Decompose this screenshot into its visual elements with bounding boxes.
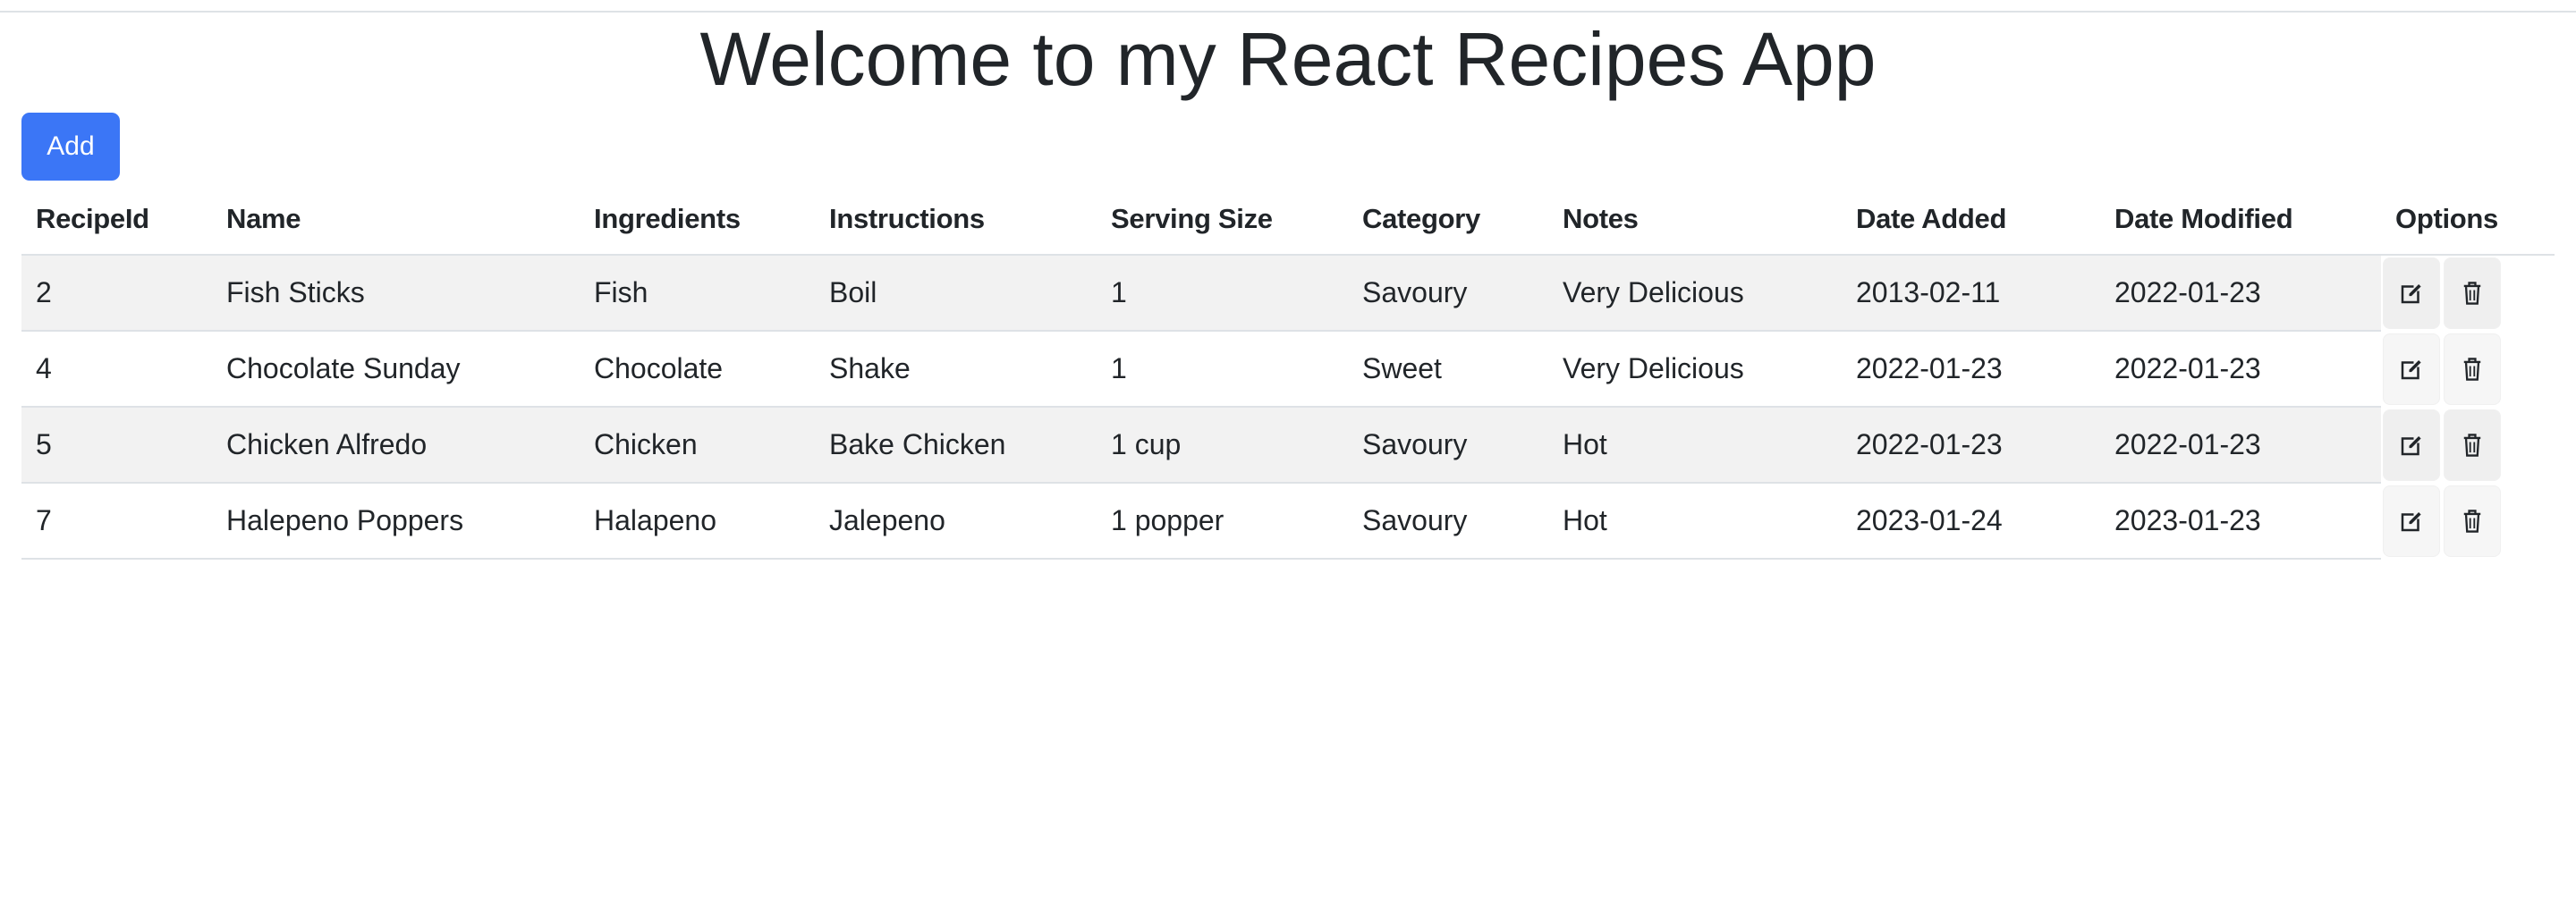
add-button[interactable]: Add: [21, 113, 120, 181]
edit-button[interactable]: [2383, 257, 2440, 329]
recipes-table-container: RecipeId Name Ingredients Instructions S…: [21, 184, 2555, 560]
column-header-instructions: Instructions: [815, 184, 1097, 256]
cell-instructions: Bake Chicken: [815, 407, 1097, 484]
cell-date-added: 2023-01-24: [1842, 483, 2100, 560]
cell-date-modified: 2023-01-23: [2100, 483, 2381, 560]
cell-recipe-id: 4: [21, 331, 212, 408]
cell-category: Savoury: [1348, 255, 1548, 332]
column-header-date-modified: Date Modified: [2100, 184, 2381, 256]
cell-ingredients: Halapeno: [580, 483, 815, 560]
edit-icon: [2401, 435, 2421, 455]
cell-date-added: 2013-02-11: [1842, 255, 2100, 332]
cell-serving-size: 1 popper: [1097, 483, 1348, 560]
cell-instructions: Jalepeno: [815, 483, 1097, 560]
cell-recipe-id: 5: [21, 407, 212, 484]
cell-serving-size: 1: [1097, 255, 1348, 332]
table-row: 4 Chocolate Sunday Chocolate Shake 1 Swe…: [21, 331, 2555, 408]
column-header-recipe-id: RecipeId: [21, 184, 212, 256]
cell-date-added: 2022-01-23: [1842, 407, 2100, 484]
top-divider: [0, 11, 2576, 13]
cell-recipe-id: 7: [21, 483, 212, 560]
cell-date-modified: 2022-01-23: [2100, 331, 2381, 408]
column-header-ingredients: Ingredients: [580, 184, 815, 256]
delete-button[interactable]: [2444, 485, 2501, 557]
cell-date-modified: 2022-01-23: [2100, 255, 2381, 332]
cell-notes: Hot: [1548, 407, 1842, 484]
delete-button[interactable]: [2444, 333, 2501, 405]
cell-notes: Hot: [1548, 483, 1842, 560]
cell-options: [2381, 407, 2555, 483]
column-header-category: Category: [1348, 184, 1548, 256]
cell-name: Fish Sticks: [212, 255, 580, 332]
delete-button[interactable]: [2444, 257, 2501, 329]
cell-name: Chicken Alfredo: [212, 407, 580, 484]
cell-serving-size: 1 cup: [1097, 407, 1348, 484]
trash-icon: [2463, 282, 2481, 305]
cell-name: Chocolate Sunday: [212, 331, 580, 408]
edit-button[interactable]: [2383, 409, 2440, 481]
cell-ingredients: Chicken: [580, 407, 815, 484]
table-row: 7 Halepeno Poppers Halapeno Jalepeno 1 p…: [21, 483, 2555, 560]
delete-button[interactable]: [2444, 409, 2501, 481]
trash-icon: [2463, 509, 2481, 533]
cell-ingredients: Fish: [580, 255, 815, 332]
column-header-options: Options: [2381, 184, 2555, 256]
table-row: 2 Fish Sticks Fish Boil 1 Savoury Very D…: [21, 255, 2555, 332]
edit-icon: [2401, 359, 2421, 379]
cell-instructions: Shake: [815, 331, 1097, 408]
edit-button[interactable]: [2383, 485, 2440, 557]
trash-icon: [2463, 433, 2481, 457]
column-header-name: Name: [212, 184, 580, 256]
cell-options: [2381, 255, 2555, 331]
page-title: Welcome to my React Recipes App: [699, 17, 1877, 101]
cell-recipe-id: 2: [21, 255, 212, 332]
column-header-serving-size: Serving Size: [1097, 184, 1348, 256]
edit-button[interactable]: [2383, 333, 2440, 405]
cell-options: [2381, 483, 2555, 559]
table-header-row: RecipeId Name Ingredients Instructions S…: [21, 184, 2555, 256]
cell-instructions: Boil: [815, 255, 1097, 332]
table-row: 5 Chicken Alfredo Chicken Bake Chicken 1…: [21, 407, 2555, 484]
cell-date-modified: 2022-01-23: [2100, 407, 2381, 484]
trash-icon: [2463, 357, 2481, 381]
cell-date-added: 2022-01-23: [1842, 331, 2100, 408]
cell-category: Sweet: [1348, 331, 1548, 408]
column-header-notes: Notes: [1548, 184, 1842, 256]
cell-ingredients: Chocolate: [580, 331, 815, 408]
column-header-date-added: Date Added: [1842, 184, 2100, 256]
cell-options: [2381, 331, 2555, 407]
cell-notes: Very Delicious: [1548, 331, 1842, 408]
cell-serving-size: 1: [1097, 331, 1348, 408]
edit-icon: [2401, 511, 2421, 531]
edit-icon: [2401, 284, 2421, 304]
cell-notes: Very Delicious: [1548, 255, 1842, 332]
cell-name: Halepeno Poppers: [212, 483, 580, 560]
cell-category: Savoury: [1348, 407, 1548, 484]
cell-category: Savoury: [1348, 483, 1548, 560]
recipes-table: RecipeId Name Ingredients Instructions S…: [21, 184, 2555, 560]
